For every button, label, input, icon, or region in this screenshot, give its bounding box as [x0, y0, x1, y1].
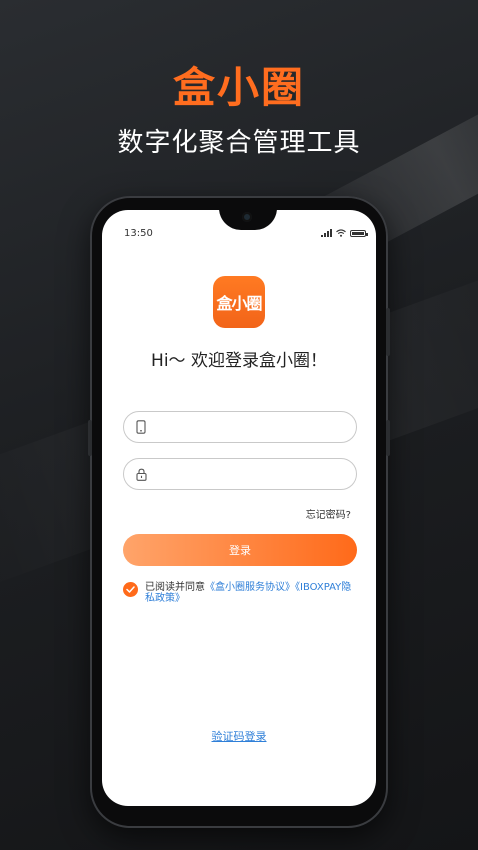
camera-icon [242, 212, 252, 222]
forgot-password-link[interactable]: 忘记密码? [306, 506, 351, 521]
status-bar: 13:50 [124, 226, 368, 240]
lock-icon [136, 468, 147, 481]
sms-login-link[interactable]: 验证码登录 [102, 728, 376, 744]
brand-title: 盒小圈 [172, 63, 305, 112]
login-button[interactable]: 登录 [123, 534, 357, 566]
app-logo: 盒小圈 [213, 276, 265, 328]
wifi-icon [336, 229, 346, 237]
slogan: 数字化聚合管理工具 [117, 128, 361, 158]
mobile-phone-icon [136, 420, 146, 434]
service-agreement-link[interactable]: 《盒小圈服务协议》 [205, 582, 295, 593]
agreement-row: 已阅读并同意《盒小圈服务协议》《IBOXPAY隐私政策》 [123, 582, 357, 604]
agreement-checkbox[interactable] [123, 582, 138, 597]
side-button [386, 308, 390, 356]
phone-input[interactable] [154, 420, 334, 434]
side-button [386, 420, 390, 456]
checkmark-icon [126, 586, 135, 593]
side-button [88, 420, 92, 456]
status-time: 13:50 [124, 227, 153, 239]
phone-field[interactable] [123, 411, 357, 443]
password-input[interactable] [155, 467, 335, 481]
battery-icon [350, 229, 368, 237]
password-field[interactable] [123, 458, 357, 490]
agreement-prefix: 已阅读并同意 [145, 582, 205, 593]
agreement-text: 已阅读并同意《盒小圈服务协议》《IBOXPAY隐私政策》 [145, 582, 357, 604]
phone-screen: 13:50 盒小圈 Hi～ 欢迎登录盒小圈！ 忘记密码? 登录 已阅读并同意《盒… [102, 210, 376, 806]
welcome-heading: Hi～ 欢迎登录盒小圈！ [151, 351, 327, 371]
signal-icon [321, 229, 332, 237]
status-icons [321, 229, 368, 237]
